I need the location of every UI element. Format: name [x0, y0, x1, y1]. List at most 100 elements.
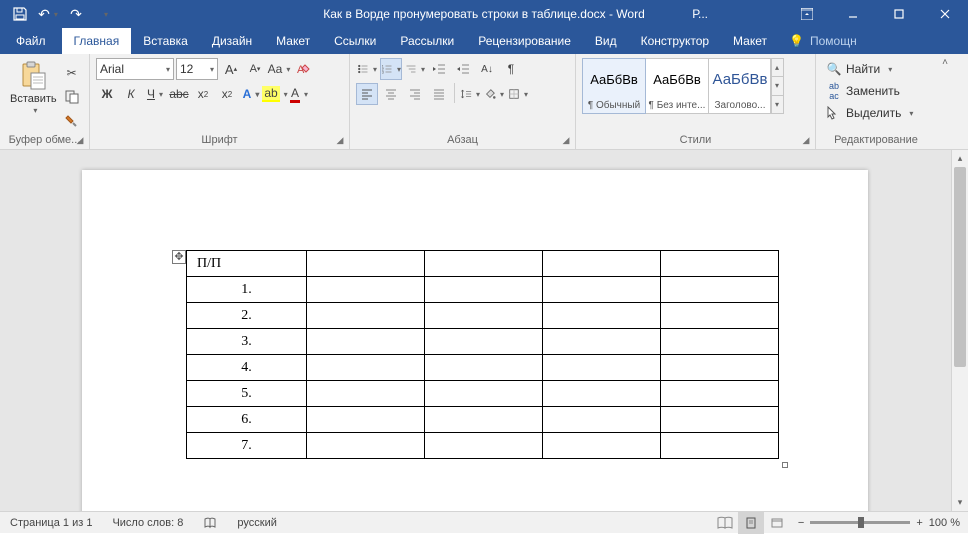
- table-cell[interactable]: [661, 433, 779, 459]
- font-dialog-launcher[interactable]: ◢: [334, 134, 346, 146]
- table-cell[interactable]: [307, 355, 425, 381]
- ribbon-display-options-button[interactable]: [784, 0, 830, 28]
- table-number-cell[interactable]: 1.: [187, 277, 307, 303]
- vertical-scrollbar[interactable]: ▴ ▾: [951, 150, 968, 511]
- tab-home[interactable]: Главная: [62, 28, 132, 54]
- line-spacing-button[interactable]: ▾: [459, 83, 481, 105]
- table-cell[interactable]: [425, 433, 543, 459]
- table-resize-handle[interactable]: [782, 462, 788, 468]
- table-cell[interactable]: [307, 329, 425, 355]
- tab-review[interactable]: Рецензирование: [466, 28, 583, 54]
- close-button[interactable]: [922, 0, 968, 28]
- tab-mailings[interactable]: Рассылки: [388, 28, 466, 54]
- table-cell[interactable]: [307, 251, 425, 277]
- document-viewport[interactable]: ✥ П/П1.2.3.4.5.6.7.: [0, 150, 951, 511]
- table-move-handle[interactable]: ✥: [172, 250, 186, 264]
- scroll-down-button[interactable]: ▾: [952, 494, 968, 511]
- underline-button[interactable]: Ч▾: [144, 83, 166, 105]
- table-cell[interactable]: [307, 407, 425, 433]
- sort-button[interactable]: А↓: [476, 58, 498, 80]
- maximize-button[interactable]: [876, 0, 922, 28]
- table-cell[interactable]: [661, 355, 779, 381]
- more-styles-icon[interactable]: ▾: [771, 96, 783, 113]
- table-cell[interactable]: [543, 329, 661, 355]
- table-cell[interactable]: [425, 303, 543, 329]
- document-table[interactable]: П/П1.2.3.4.5.6.7.: [186, 250, 779, 459]
- minimize-button[interactable]: [830, 0, 876, 28]
- shading-button[interactable]: ▾: [483, 83, 505, 105]
- table-cell[interactable]: [543, 355, 661, 381]
- tab-insert[interactable]: Вставка: [131, 28, 200, 54]
- align-center-button[interactable]: [380, 83, 402, 105]
- table-number-cell[interactable]: 5.: [187, 381, 307, 407]
- table-cell[interactable]: [425, 407, 543, 433]
- justify-button[interactable]: [428, 83, 450, 105]
- styles-gallery-spinner[interactable]: ▴ ▾ ▾: [770, 58, 784, 114]
- print-layout-button[interactable]: [738, 512, 764, 534]
- clear-formatting-button[interactable]: A: [292, 58, 314, 80]
- table-number-cell[interactable]: 2.: [187, 303, 307, 329]
- redo-button[interactable]: ↷: [64, 2, 88, 26]
- qat-customize-button[interactable]: ▾: [92, 2, 116, 26]
- find-button[interactable]: 🔍 Найти ▾: [822, 58, 930, 80]
- table-cell[interactable]: [425, 277, 543, 303]
- tab-references[interactable]: Ссылки: [322, 28, 388, 54]
- cut-button[interactable]: ✂: [61, 62, 83, 84]
- scroll-thumb[interactable]: [954, 167, 966, 367]
- highlight-button[interactable]: ab▾: [264, 83, 286, 105]
- chevron-down-icon[interactable]: ▾: [771, 77, 783, 95]
- align-right-button[interactable]: [404, 83, 426, 105]
- show-marks-button[interactable]: ¶: [500, 58, 522, 80]
- read-mode-button[interactable]: [712, 512, 738, 534]
- select-button[interactable]: Выделить ▾: [822, 102, 930, 124]
- table-cell[interactable]: [543, 381, 661, 407]
- table-cell[interactable]: [425, 381, 543, 407]
- table-cell[interactable]: [425, 329, 543, 355]
- format-painter-button[interactable]: [61, 110, 83, 132]
- clipboard-dialog-launcher[interactable]: ◢: [74, 134, 86, 146]
- table-cell[interactable]: [661, 251, 779, 277]
- status-word-count[interactable]: Число слов: 8: [102, 517, 193, 529]
- borders-button[interactable]: ▾: [507, 83, 529, 105]
- paste-button[interactable]: Вставить ▾: [6, 58, 61, 132]
- scroll-track[interactable]: [952, 167, 968, 494]
- table-header-cell[interactable]: П/П: [187, 251, 307, 277]
- tell-me[interactable]: 💡 Помощн: [779, 28, 867, 54]
- tab-design[interactable]: Дизайн: [200, 28, 264, 54]
- superscript-button[interactable]: x2: [216, 83, 238, 105]
- table-cell[interactable]: [543, 303, 661, 329]
- table-cell[interactable]: [661, 303, 779, 329]
- paragraph-dialog-launcher[interactable]: ◢: [560, 134, 572, 146]
- table-cell[interactable]: [543, 251, 661, 277]
- shrink-font-button[interactable]: A▾: [244, 58, 266, 80]
- decrease-indent-button[interactable]: [428, 58, 450, 80]
- table-cell[interactable]: [661, 329, 779, 355]
- page[interactable]: ✥ П/П1.2.3.4.5.6.7.: [82, 170, 868, 511]
- zoom-out-button[interactable]: −: [798, 517, 804, 529]
- table-cell[interactable]: [543, 433, 661, 459]
- web-layout-button[interactable]: [764, 512, 790, 534]
- strikethrough-button[interactable]: abc: [168, 83, 190, 105]
- style-heading1[interactable]: АаБбВв Заголово...: [708, 58, 772, 114]
- tab-table-layout[interactable]: Макет: [721, 28, 779, 54]
- text-effects-button[interactable]: A▾: [240, 83, 262, 105]
- table-number-cell[interactable]: 6.: [187, 407, 307, 433]
- status-language[interactable]: русский: [227, 517, 286, 529]
- undo-button[interactable]: ↶▾: [36, 2, 60, 26]
- copy-button[interactable]: [61, 86, 83, 108]
- increase-indent-button[interactable]: [452, 58, 474, 80]
- change-case-button[interactable]: Aa▾: [268, 58, 290, 80]
- table-cell[interactable]: [543, 407, 661, 433]
- table-cell[interactable]: [307, 433, 425, 459]
- style-normal[interactable]: АаБбВв ¶ Обычный: [582, 58, 646, 114]
- table-cell[interactable]: [425, 355, 543, 381]
- table-cell[interactable]: [307, 277, 425, 303]
- zoom-slider[interactable]: [810, 521, 910, 524]
- align-left-button[interactable]: [356, 83, 378, 105]
- scroll-up-button[interactable]: ▴: [952, 150, 968, 167]
- grow-font-button[interactable]: A▴: [220, 58, 242, 80]
- bullets-button[interactable]: ▾: [356, 58, 378, 80]
- tab-view[interactable]: Вид: [583, 28, 629, 54]
- zoom-slider-handle[interactable]: [858, 517, 864, 528]
- bold-button[interactable]: Ж: [96, 83, 118, 105]
